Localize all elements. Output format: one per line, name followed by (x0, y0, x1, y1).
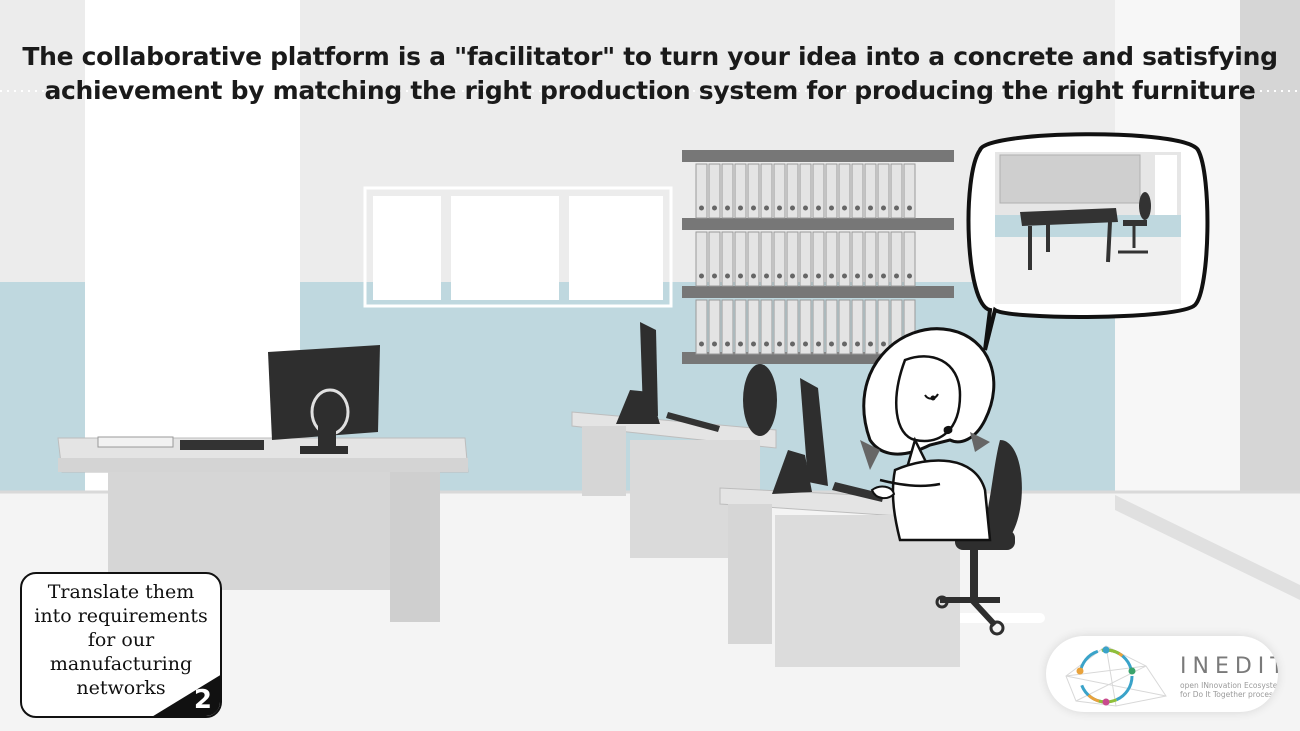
binder-ring (855, 273, 860, 279)
binder-ring (764, 205, 769, 211)
logo-wordmark: INEDIT (1180, 654, 1278, 679)
slide: The collaborative platform is a "facilit… (0, 0, 1300, 731)
binder-ring (894, 273, 899, 279)
binder-ring (868, 273, 873, 279)
binder-ring (816, 341, 821, 347)
step-text-line: into requirements (34, 605, 208, 627)
binder-ring (829, 205, 834, 211)
binder-ring (829, 273, 834, 279)
binder-ring (881, 205, 886, 211)
caption-line-2: achievement by matching the right produc… (44, 76, 1256, 105)
binder-ring (712, 273, 717, 279)
binder-ring (842, 205, 847, 211)
binder-ring (829, 341, 834, 347)
step-text-line: Translate them (47, 581, 195, 603)
binder-ring (790, 341, 795, 347)
binder-ring (816, 205, 821, 211)
binder-ring (842, 341, 847, 347)
binder-ring (751, 273, 756, 279)
logo-tagline: open INnovation Ecosystem (1180, 681, 1278, 690)
binder-ring (803, 205, 808, 211)
step-text-line: for our (87, 629, 155, 651)
binder-ring (790, 205, 795, 211)
binder-ring (738, 341, 743, 347)
binder-ring (803, 341, 808, 347)
binder-ring (712, 341, 717, 347)
binder-ring (725, 273, 730, 279)
wall-edge-right (1240, 0, 1300, 500)
binder-ring (868, 205, 873, 211)
caption-line-1: The collaborative platform is a "facilit… (22, 42, 1278, 71)
binder-ring (699, 273, 704, 279)
binder-ring (751, 341, 756, 347)
binder-ring (777, 205, 782, 211)
inedit-logo: INEDIT open INnovation Ecosystem for Do … (1046, 636, 1278, 712)
binder-ring (855, 205, 860, 211)
binder-ring (881, 341, 886, 347)
binder-ring (699, 205, 704, 211)
binder-ring (738, 273, 743, 279)
network-logo-icon (1065, 645, 1167, 707)
office-chair (743, 364, 777, 436)
step-text-line: manufacturing (49, 653, 193, 675)
binder-ring (803, 273, 808, 279)
binder-ring (816, 273, 821, 279)
binder-ring (764, 273, 769, 279)
binder-ring (907, 273, 912, 279)
step-card: Translate them into requirements for our… (20, 572, 222, 718)
binder-ring (699, 341, 704, 347)
wall-pillar-left (85, 0, 300, 500)
binder-ring (725, 341, 730, 347)
binder-ring (764, 341, 769, 347)
step-number: 2 (193, 685, 212, 715)
binder-ring (751, 205, 756, 211)
binder-ring (777, 273, 782, 279)
binder-ring (777, 341, 782, 347)
binder-ring (907, 205, 912, 211)
logo-tagline: for Do It Together process (1180, 690, 1277, 699)
binder-ring (894, 205, 899, 211)
binder-ring (842, 273, 847, 279)
binder-ring (725, 205, 730, 211)
binder-ring (790, 273, 795, 279)
binder-ring (738, 205, 743, 211)
binder-ring (868, 341, 873, 347)
binder-ring (855, 341, 860, 347)
binder-ring (712, 205, 717, 211)
window (363, 186, 673, 308)
binder-ring (881, 273, 886, 279)
